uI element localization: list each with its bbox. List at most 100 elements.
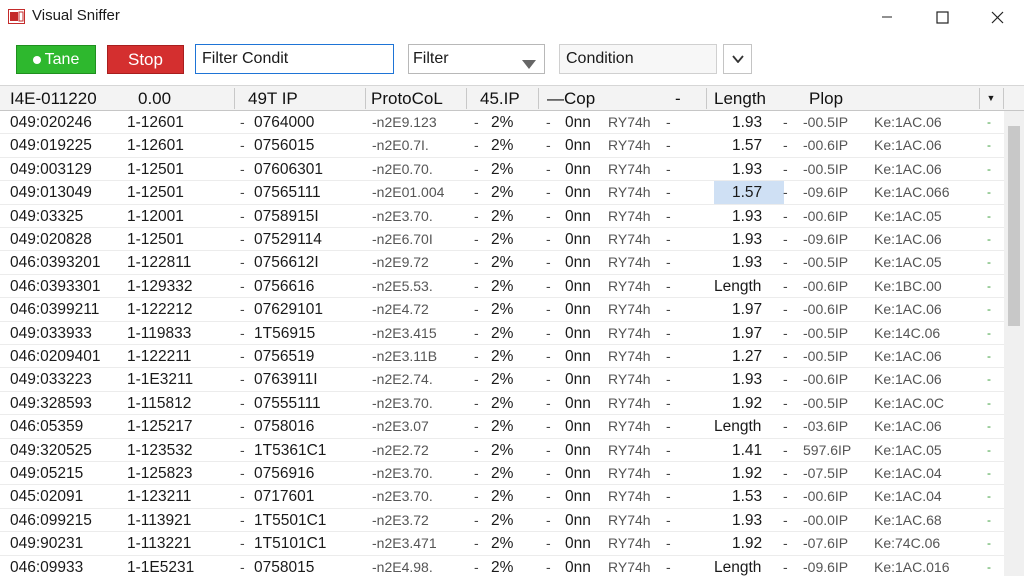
table-row[interactable]: 046:05359 1-125217-0758016 -n2E3.07-2% -0nn…: [0, 415, 1004, 439]
cell-proto: -n2E3.70.: [372, 488, 433, 505]
column-header-no[interactable]: I4E-011220: [10, 86, 118, 111]
cell-s: -: [546, 488, 551, 505]
cell-a: -07.5IP: [803, 465, 849, 481]
cell-time: 1-122212: [127, 301, 193, 319]
cell-src: 0758915I: [254, 207, 319, 225]
table-row[interactable]: 049:020246 1-12601-0764000 -n2E9.123-2% -0n…: [0, 111, 1004, 135]
cell-cop: 0nn: [565, 535, 591, 553]
cell-time: 1-129332: [127, 277, 193, 295]
cell-d: -: [474, 137, 479, 154]
column-divider[interactable]: [979, 88, 980, 109]
cell-t: -: [987, 208, 991, 223]
cell-s: -: [546, 535, 551, 552]
column-header-protocol[interactable]: ProtoCoL: [371, 86, 463, 111]
column-header-dash[interactable]: -: [675, 86, 687, 111]
cell-s: -: [546, 394, 551, 411]
cell-no: 049:033223: [10, 371, 92, 389]
table-row[interactable]: 049:003129 1-12501-07606301 -n2E0.70. -2% -0…: [0, 158, 1004, 182]
column-header-source[interactable]: 49T IP: [248, 86, 358, 111]
table-row[interactable]: 045:02091 1-123211-0717601 -n2E3.70. -2% -0n…: [0, 485, 1004, 509]
cell-b: Ke:1AC.0C: [874, 394, 945, 411]
cell-b: Ke:14C.06: [874, 324, 941, 341]
cell-len: 1.92: [732, 394, 763, 412]
cell-no: 049:003129: [10, 160, 92, 178]
cell-d2: -: [666, 418, 671, 435]
table-row[interactable]: 049:013049 1-12501-07565111 -n2E01.004-2% -…: [0, 181, 1004, 205]
filter-dropdown[interactable]: Filter: [408, 44, 545, 74]
table-row[interactable]: 046:09933 1-1E5231-0758015 -n2E4.98. -2% -0n…: [0, 556, 1004, 576]
filter-input[interactable]: [195, 44, 394, 74]
table-row[interactable]: 049:033933 1-119833-1T56915 -n2E3.415-2% -0…: [0, 322, 1004, 345]
cell-proto: -n2E01.004: [372, 184, 445, 201]
cell-p1: -: [240, 511, 245, 528]
cell-d2: -: [666, 441, 671, 458]
maximize-button[interactable]: [919, 0, 965, 34]
cell-d: -: [474, 535, 479, 552]
table-row[interactable]: 049:320525 1-123532-1T5361C1 -n2E2.72-2% -0…: [0, 439, 1004, 462]
column-divider[interactable]: [538, 88, 539, 109]
cell-d: -: [474, 418, 479, 435]
table-row[interactable]: 049:03325 1-12001-0758915I -n2E3.70. -2% -0n…: [0, 205, 1004, 228]
cell-time: 1-12501: [127, 231, 184, 248]
condition-dropdown-button[interactable]: [723, 44, 752, 74]
stop-button[interactable]: Stop: [107, 45, 184, 74]
cell-len: 1.57: [732, 137, 763, 155]
table-row[interactable]: 049:328593 1-115812-07555111 -n2E3.70. -2% -…: [0, 392, 1004, 416]
cell-ip: 2%: [491, 488, 514, 506]
cell-src: 07555111: [254, 394, 321, 412]
cell-s: -: [546, 114, 551, 130]
column-header-cop[interactable]: —Cop: [547, 86, 637, 111]
column-divider[interactable]: [234, 88, 235, 109]
column-header-length[interactable]: Length: [714, 86, 794, 111]
cell-time: 1-125217: [127, 418, 193, 436]
table-row[interactable]: 049:019225 1-12601-0756015 -n2E0.7I. -2% -0n…: [0, 134, 1004, 158]
cell-t: -: [987, 395, 991, 410]
cell-a: -07.6IP: [803, 535, 849, 552]
cell-d3: -: [783, 254, 788, 271]
cell-len: 1.93: [732, 231, 763, 248]
condition-placeholder: Condition: [566, 50, 634, 67]
cell-b: Ke:1AC.05: [874, 254, 942, 271]
table-row[interactable]: 046:0393201 1-122811-0756612I -n2E9.72-2% -…: [0, 251, 1004, 275]
cell-ip: 2%: [491, 137, 514, 155]
column-divider[interactable]: [706, 88, 707, 109]
column-header-ip[interactable]: 45.IP: [480, 86, 536, 111]
column-divider[interactable]: [365, 88, 366, 109]
close-button[interactable]: [974, 0, 1020, 34]
minimize-button[interactable]: [864, 0, 910, 34]
table-row[interactable]: 046:0399211 1-122212-07629101 -n2E4.72-2% -…: [0, 298, 1004, 322]
table-row[interactable]: 049:033223 1-1E3211-0763911I -n2E2.74. -2% -…: [0, 368, 1004, 392]
cell-src: 0756612I: [254, 254, 319, 272]
cell-a: -00.6IP: [803, 207, 849, 224]
cell-no: 049:320525: [10, 441, 92, 459]
table-row[interactable]: 046:0393301 1-129332-0756616 -n2E5.53. -2% -…: [0, 275, 1004, 299]
cell-a: -00.6IP: [803, 137, 849, 154]
vertical-scrollbar[interactable]: [1004, 111, 1024, 576]
cell-ip: 2%: [491, 465, 514, 482]
cell-d3: -: [783, 207, 788, 224]
table-row[interactable]: 049:90231 1-113221-1T5101C1 -n2E3.471-2% -0…: [0, 532, 1004, 556]
condition-field[interactable]: Condition: [559, 44, 717, 74]
cell-a: -00.6IP: [803, 488, 849, 505]
cell-d: -: [474, 160, 479, 177]
cell-no: 049:03325: [10, 207, 84, 225]
column-divider[interactable]: [466, 88, 467, 109]
cell-ip: 2%: [491, 207, 514, 225]
table-row[interactable]: 046:0209401 1-122211-0756519 -n2E3.11B -2% -…: [0, 345, 1004, 369]
table-row[interactable]: 046:099215 1-113921-1T5501C1 -n2E3.72-2% -0…: [0, 509, 1004, 533]
column-menu-icon[interactable]: ▼: [983, 86, 999, 111]
column-header-time[interactable]: 0.00: [138, 86, 218, 111]
cell-hex: RY74h: [608, 301, 651, 318]
scrollbar-thumb[interactable]: [1008, 126, 1020, 326]
column-header-plop[interactable]: Plop: [809, 86, 869, 111]
cell-proto: -n2E3.70.: [372, 465, 433, 481]
cell-ip: 2%: [491, 394, 514, 412]
table-row[interactable]: 049:05215 1-125823-0756916 -n2E3.70. -2% -0n…: [0, 462, 1004, 486]
table-row[interactable]: 049:020828 1-12501-07529114 -n2E6.70I -2% -0…: [0, 228, 1004, 252]
cell-p1: -: [240, 371, 245, 388]
cell-a: -00.0IP: [803, 511, 849, 528]
cell-d2: -: [666, 160, 671, 177]
start-button[interactable]: Tane: [16, 45, 96, 74]
cell-hex: RY74h: [608, 418, 651, 435]
cell-a: -03.6IP: [803, 418, 849, 435]
